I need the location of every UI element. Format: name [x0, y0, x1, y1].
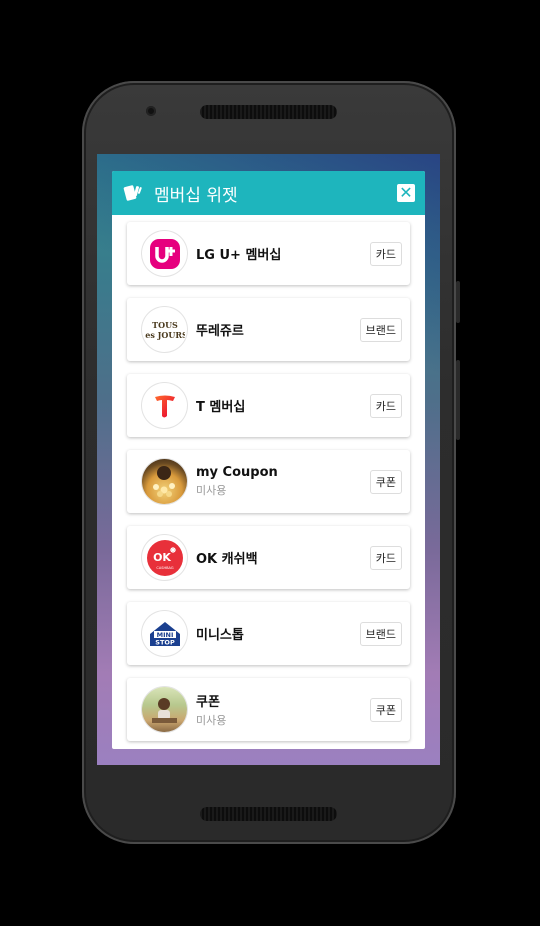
svg-text:CASHBAG: CASHBAG: [156, 566, 173, 570]
svg-text:OK: OK: [153, 551, 171, 564]
membership-list: LG U+ 멤버십 카드 TOUS les JOURS 뚜레쥬르 브랜드: [112, 215, 425, 749]
item-name: LG U+ 멤버십: [196, 248, 282, 263]
t-membership-logo-icon: [142, 383, 187, 428]
cards-icon: [122, 182, 144, 204]
item-name: 미니스톱: [196, 628, 244, 643]
power-button: [456, 281, 460, 323]
dialog-header: 멤버십 위젯 ✕: [112, 171, 425, 215]
type-badge: 브랜드: [359, 318, 402, 342]
volume-button: [456, 360, 460, 440]
type-badge: 쿠폰: [369, 698, 402, 722]
item-name: my Coupon: [196, 465, 278, 480]
type-badge: 카드: [369, 394, 402, 418]
list-item-t-membership[interactable]: T 멤버십 카드: [127, 374, 410, 437]
type-badge: 카드: [369, 242, 402, 266]
phone-screen: 멤버십 위젯 ✕ LG U+ 멤버십 카드 TOUS es JOURS 뚜레쥬르…: [97, 154, 440, 765]
child-photo-icon: [142, 687, 187, 732]
svg-text:TOUS: TOUS: [152, 320, 178, 330]
item-name: 쿠폰: [196, 695, 220, 710]
svg-text:STOP: STOP: [155, 638, 175, 646]
list-item-ministop[interactable]: MINI STOP 미니스톱 브랜드: [127, 602, 410, 665]
list-item-ok-cashbag[interactable]: OK CASHBAG OK 캐쉬백 카드: [127, 526, 410, 589]
close-icon[interactable]: ✕: [397, 184, 415, 202]
dialog-title: 멤버십 위젯: [154, 185, 238, 206]
item-name: OK 캐쉬백: [196, 552, 258, 567]
ministop-logo-icon: MINI STOP: [142, 611, 187, 656]
bottom-speaker: [200, 807, 337, 821]
list-item-my-coupon[interactable]: my Coupon 미사용 쿠폰: [127, 450, 410, 513]
list-item-lg-uplus[interactable]: LG U+ 멤버십 카드: [127, 222, 410, 285]
lg-uplus-logo-icon: [142, 231, 187, 276]
popcorn-photo-icon: [142, 459, 187, 504]
item-status: 미사용: [196, 714, 227, 727]
top-speaker: [200, 105, 337, 119]
item-status: 미사용: [196, 484, 227, 497]
ok-cashbag-logo-icon: OK CASHBAG: [142, 535, 187, 580]
svg-text:les JOURS: les JOURS: [145, 330, 185, 340]
type-badge: 카드: [369, 546, 402, 570]
list-item-tous-les-jours[interactable]: TOUS les JOURS 뚜레쥬르 브랜드: [127, 298, 410, 361]
type-badge: 쿠폰: [369, 470, 402, 494]
membership-widget-dialog: 멤버십 위젯 ✕ LG U+ 멤버십 카드 TOUS es JOURS 뚜레쥬르…: [112, 171, 425, 749]
list-item-coupon[interactable]: 쿠폰 미사용 쿠폰: [127, 678, 410, 741]
front-camera: [146, 106, 156, 116]
type-badge: 브랜드: [359, 622, 402, 646]
tous-les-jours-logo-icon: TOUS les JOURS: [142, 307, 187, 352]
item-name: 뚜레쥬르: [196, 324, 244, 339]
item-name: T 멤버십: [196, 400, 246, 415]
